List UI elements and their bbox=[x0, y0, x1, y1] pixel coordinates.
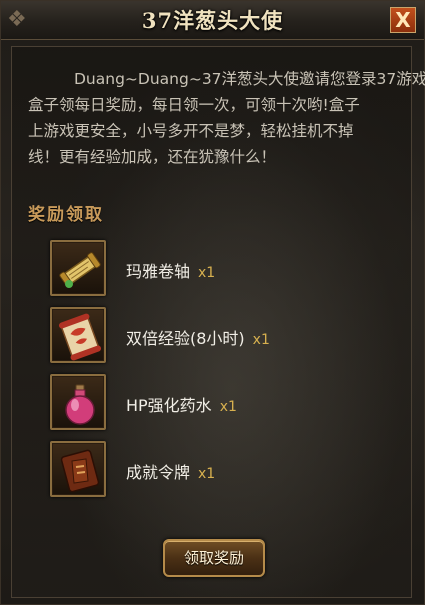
item-slot[interactable] bbox=[50, 240, 106, 296]
dialog-title: 37洋葱头大使 bbox=[141, 8, 284, 33]
item-name: 玛雅卷轴 bbox=[126, 262, 191, 281]
close-button[interactable]: X bbox=[390, 7, 416, 33]
reward-item-hp-potion: HP强化药水 x1 bbox=[50, 374, 390, 432]
reward-dialog: ❖ 37洋葱头大使 X Duang~Duang~37洋葱头大使邀请您登录37游戏… bbox=[0, 0, 425, 605]
intro-line: Duang~Duang~37洋葱头大使邀请您登录37游戏 bbox=[74, 70, 425, 88]
item-slot[interactable] bbox=[50, 374, 106, 430]
title-bar: ❖ 37洋葱头大使 X bbox=[1, 1, 424, 40]
item-quantity: x1 bbox=[198, 265, 216, 281]
reward-item-achievement-token: 成就令牌 x1 bbox=[50, 441, 390, 499]
item-slot[interactable] bbox=[50, 307, 106, 363]
item-label: 成就令牌 x1 bbox=[126, 459, 215, 483]
item-name: 双倍经验(8小时) bbox=[126, 329, 245, 348]
intro-line: 上游戏更安全，小号多开不是梦，轻松挂机不掉 bbox=[28, 122, 354, 140]
token-icon bbox=[60, 449, 100, 493]
item-quantity: x1 bbox=[198, 466, 216, 482]
item-label: HP强化药水 x1 bbox=[126, 392, 237, 416]
intro-line: 盒子领每日奖励，每日领一次，可领十次哟!盒子 bbox=[28, 96, 360, 114]
reward-item-double-exp: 双倍经验(8小时) x1 bbox=[50, 307, 390, 365]
item-name: HP强化药水 bbox=[126, 396, 212, 415]
item-label: 双倍经验(8小时) x1 bbox=[126, 325, 270, 349]
item-quantity: x1 bbox=[219, 399, 237, 415]
reward-item-maya-scroll: 玛雅卷轴 x1 bbox=[50, 240, 390, 298]
item-name: 成就令牌 bbox=[126, 463, 191, 482]
intro-text: Duang~Duang~37洋葱头大使邀请您登录37游戏 盒子领每日奖励，每日领… bbox=[28, 66, 425, 170]
exp-scroll-icon bbox=[58, 313, 102, 361]
rewards-section-title: 奖励领取 bbox=[28, 205, 104, 225]
item-quantity: x1 bbox=[252, 332, 270, 348]
item-label: 玛雅卷轴 x1 bbox=[126, 258, 215, 282]
scroll-icon bbox=[59, 252, 101, 288]
potion-icon bbox=[65, 384, 95, 425]
claim-reward-button[interactable]: 领取奖励 bbox=[163, 539, 265, 577]
intro-line: 线！更有经验加成，还在犹豫什么！ bbox=[28, 148, 277, 166]
item-slot[interactable] bbox=[50, 441, 106, 497]
